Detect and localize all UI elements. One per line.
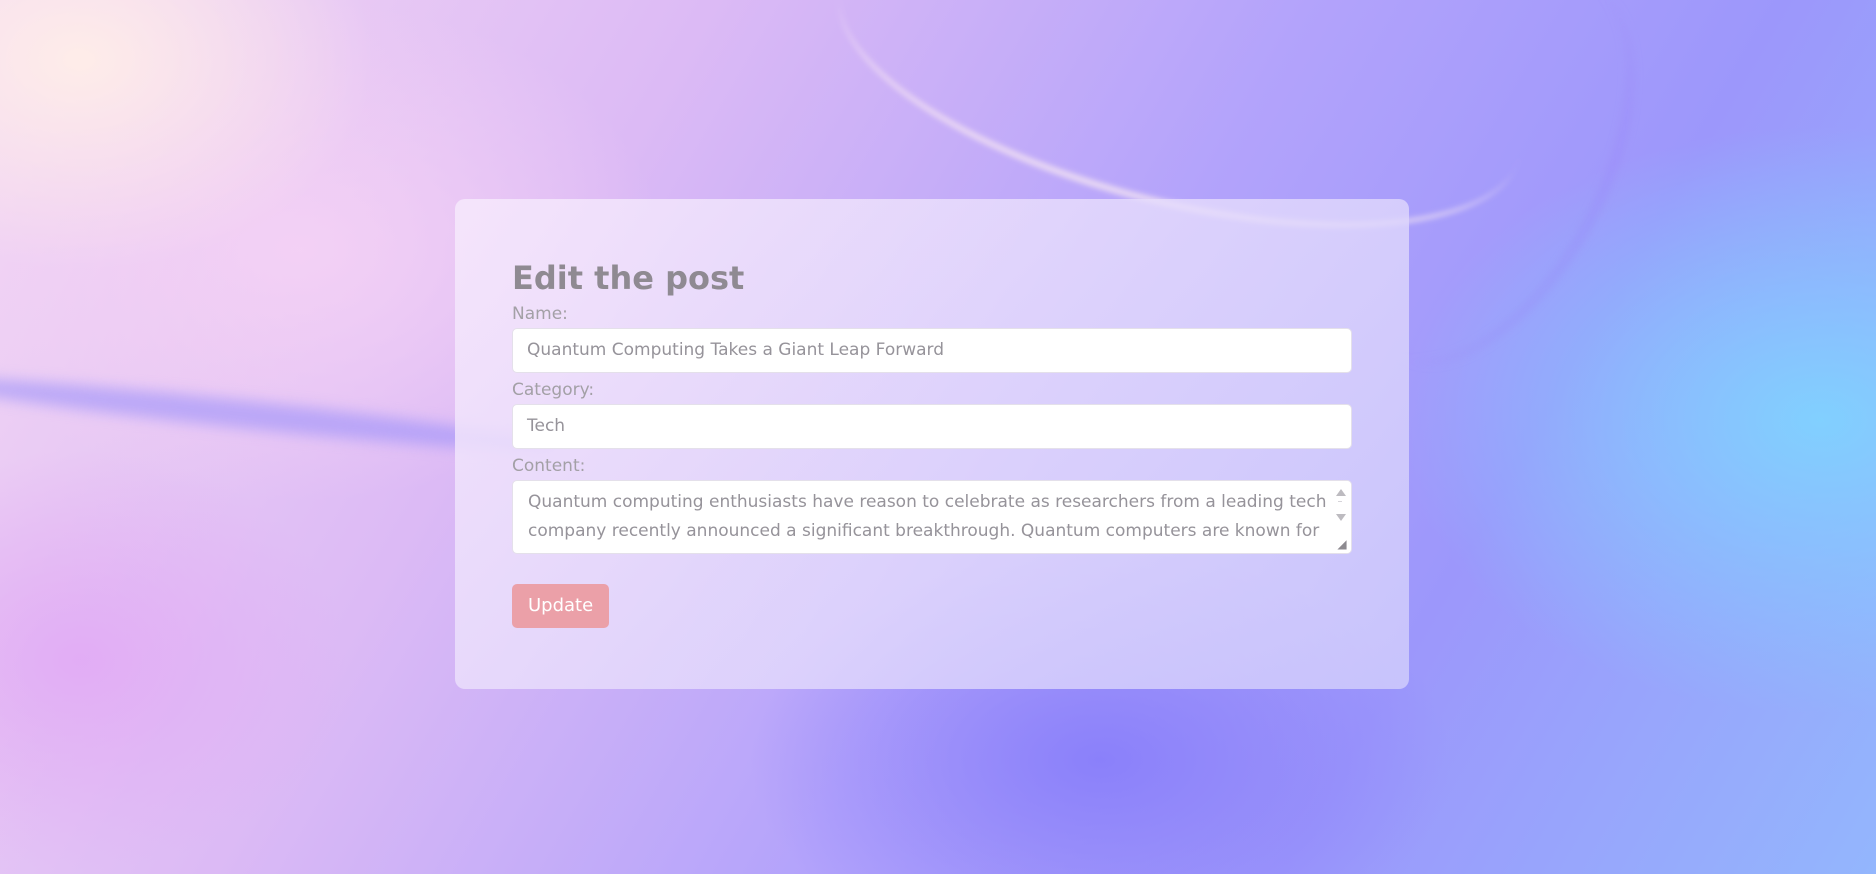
content-label: Content:	[512, 456, 586, 476]
edit-post-card: Edit the post Name: Quantum Computing Ta…	[455, 199, 1409, 689]
content-text: Quantum computing enthusiasts have reaso…	[528, 492, 1327, 541]
category-input[interactable]: Tech	[512, 404, 1352, 449]
scroll-up-icon[interactable]	[1336, 489, 1346, 496]
name-label: Name:	[512, 304, 568, 324]
category-label: Category:	[512, 380, 595, 400]
name-input[interactable]: Quantum Computing Takes a Giant Leap For…	[512, 328, 1352, 373]
resize-grip-icon[interactable]: ◢	[1335, 537, 1349, 551]
update-button[interactable]: Update	[512, 584, 610, 628]
scroll-thumb[interactable]	[1338, 501, 1342, 511]
scroll-down-icon[interactable]	[1336, 514, 1346, 521]
content-textarea[interactable]: Quantum computing enthusiasts have reaso…	[512, 480, 1352, 554]
page-title: Edit the post	[512, 259, 745, 297]
